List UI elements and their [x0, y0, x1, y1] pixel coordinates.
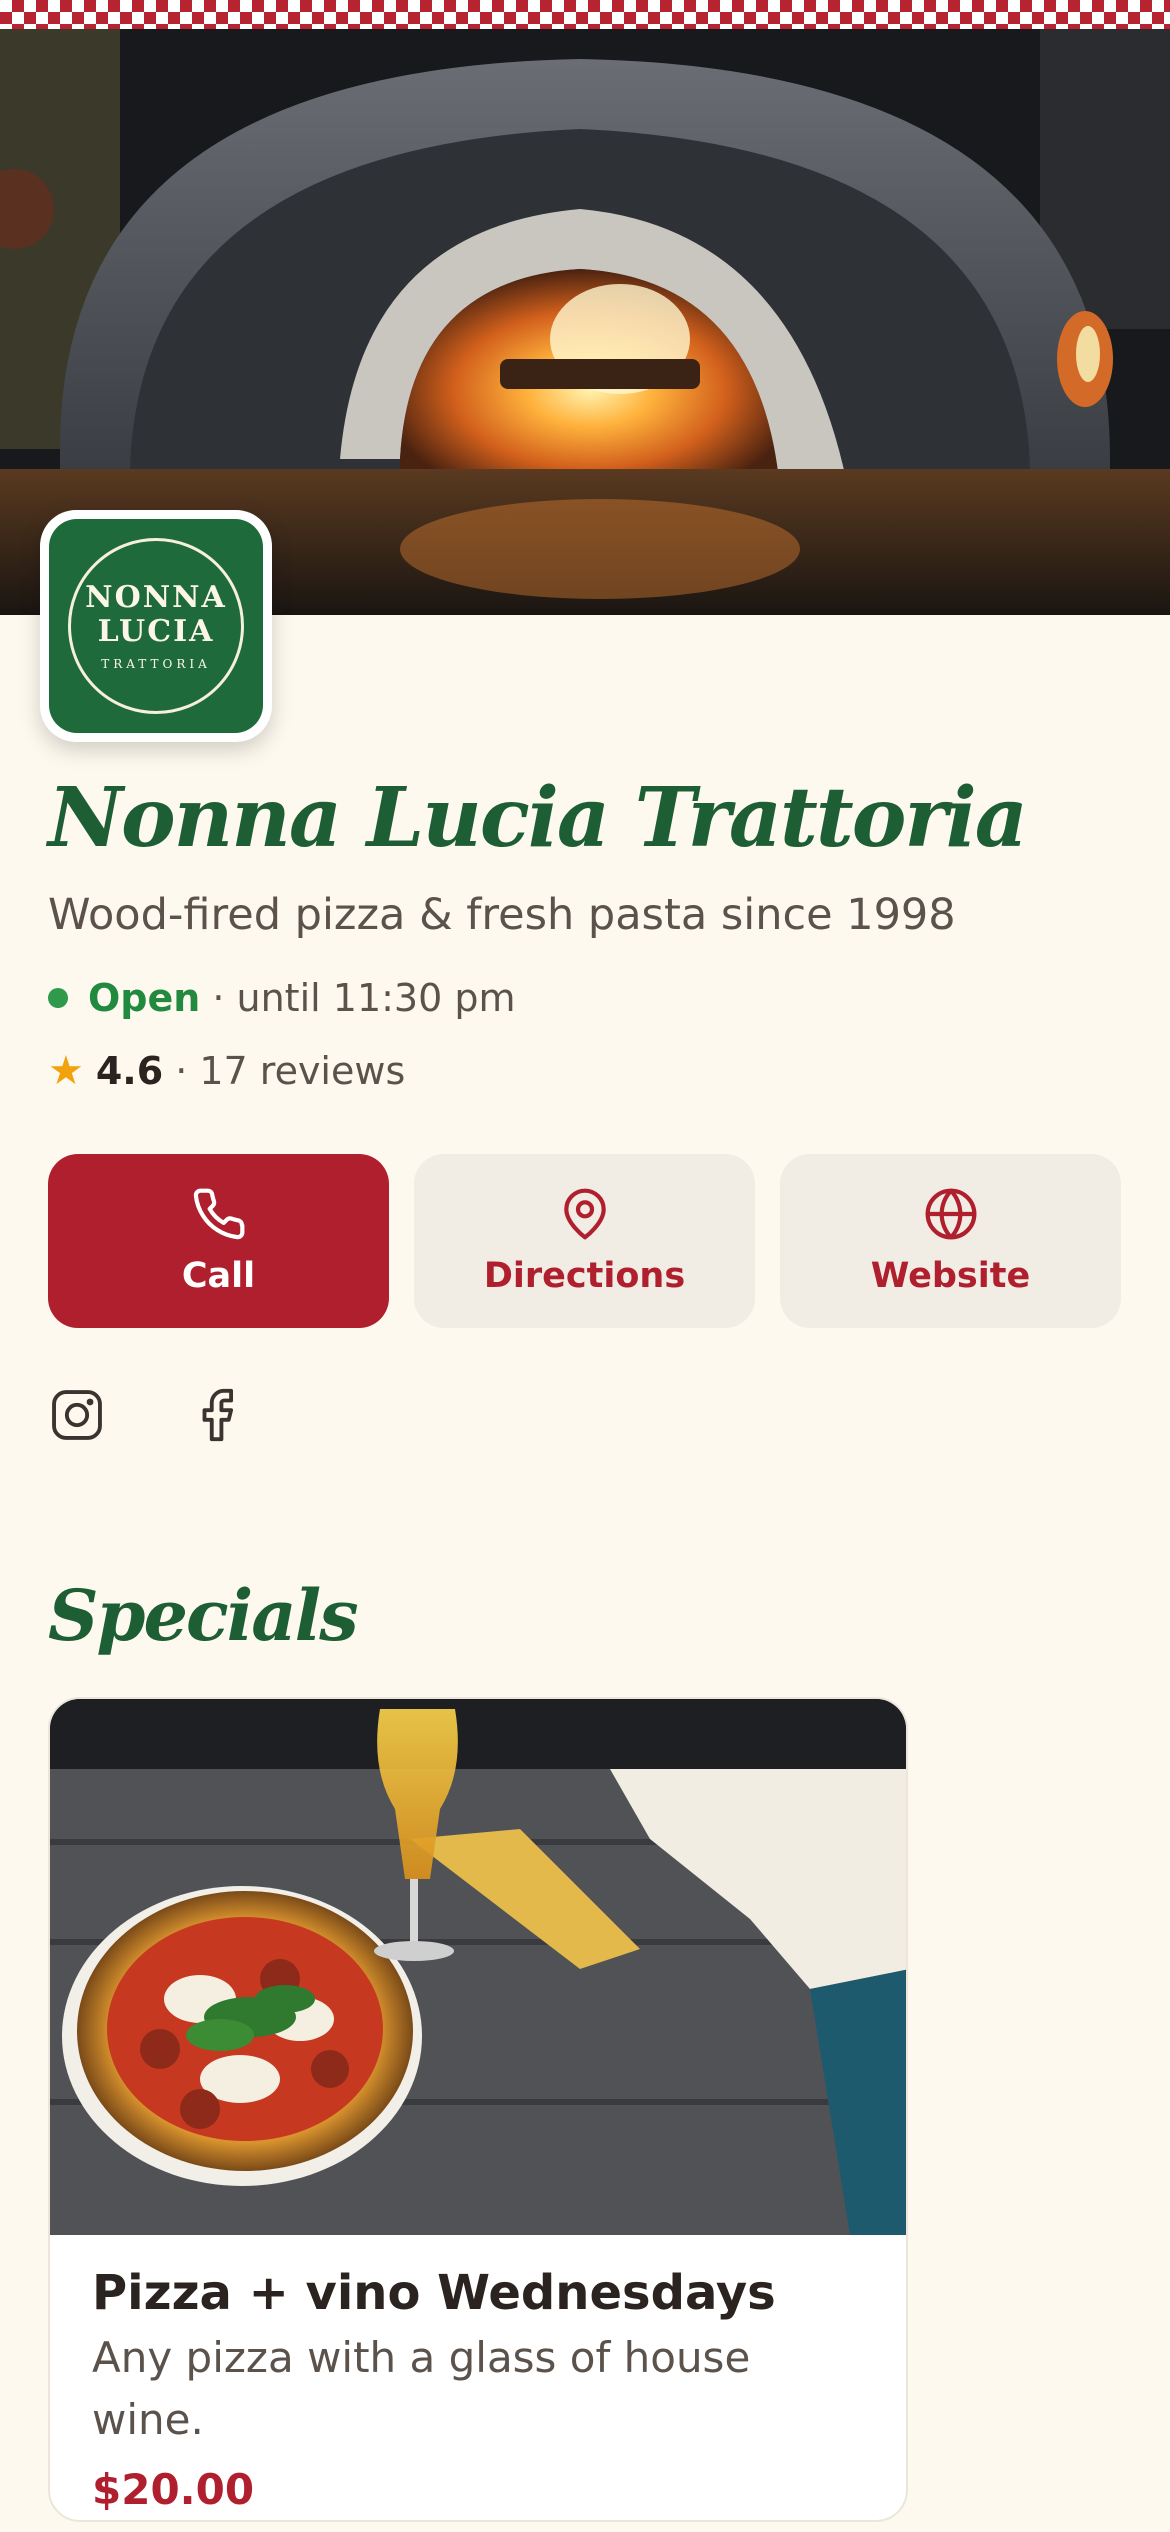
instagram-icon[interactable] — [48, 1386, 106, 1444]
website-label: Website — [870, 1256, 1031, 1296]
open-status: Open · until 11:30 pm — [48, 976, 516, 1020]
rating-value: 4.6 — [95, 1049, 164, 1093]
open-label: Open — [88, 976, 201, 1020]
facebook-icon[interactable] — [190, 1386, 248, 1444]
call-label: Call — [181, 1256, 256, 1296]
special-price: $20.00 — [92, 2465, 255, 2514]
hours-text: · until 11:30 pm — [212, 976, 516, 1020]
directions-button[interactable]: Directions — [414, 1154, 755, 1328]
restaurant-name: Nonna Lucia Trattoria — [48, 770, 1028, 866]
restaurant-logo: NONNA LUCIA TRATTORIA — [40, 510, 272, 742]
special-title: Pizza + vino Wednesdays — [92, 2265, 776, 2321]
special-description: Any pizza with a glass of house wine. — [92, 2333, 751, 2444]
action-buttons: Call Directions Website — [48, 1154, 1121, 1328]
website-button[interactable]: Website — [780, 1154, 1121, 1328]
logo-subtext: TRATTORIA — [101, 657, 211, 671]
star-icon: ★ — [48, 1048, 84, 1094]
restaurant-tagline: Wood-fired pizza & fresh pasta since 199… — [48, 890, 956, 940]
special-card[interactable]: Pizza + vino Wednesdays Any pizza with a… — [48, 1697, 908, 2522]
specials-heading: Specials — [48, 1574, 359, 1657]
social-links — [48, 1386, 248, 1444]
map-pin-icon — [563, 1188, 606, 1240]
rating-summary[interactable]: ★ 4.6 · 17 reviews — [48, 1048, 405, 1094]
reviews-count: · 17 reviews — [175, 1049, 406, 1093]
directions-label: Directions — [483, 1256, 686, 1296]
logo-text: LUCIA — [97, 614, 215, 649]
phone-icon — [193, 1188, 244, 1240]
globe-icon — [925, 1188, 976, 1240]
special-image — [50, 1699, 906, 2235]
status-dot — [48, 988, 68, 1008]
checkered-banner — [0, 0, 1170, 29]
call-button[interactable]: Call — [48, 1154, 389, 1328]
logo-text: NONNA — [85, 580, 227, 615]
